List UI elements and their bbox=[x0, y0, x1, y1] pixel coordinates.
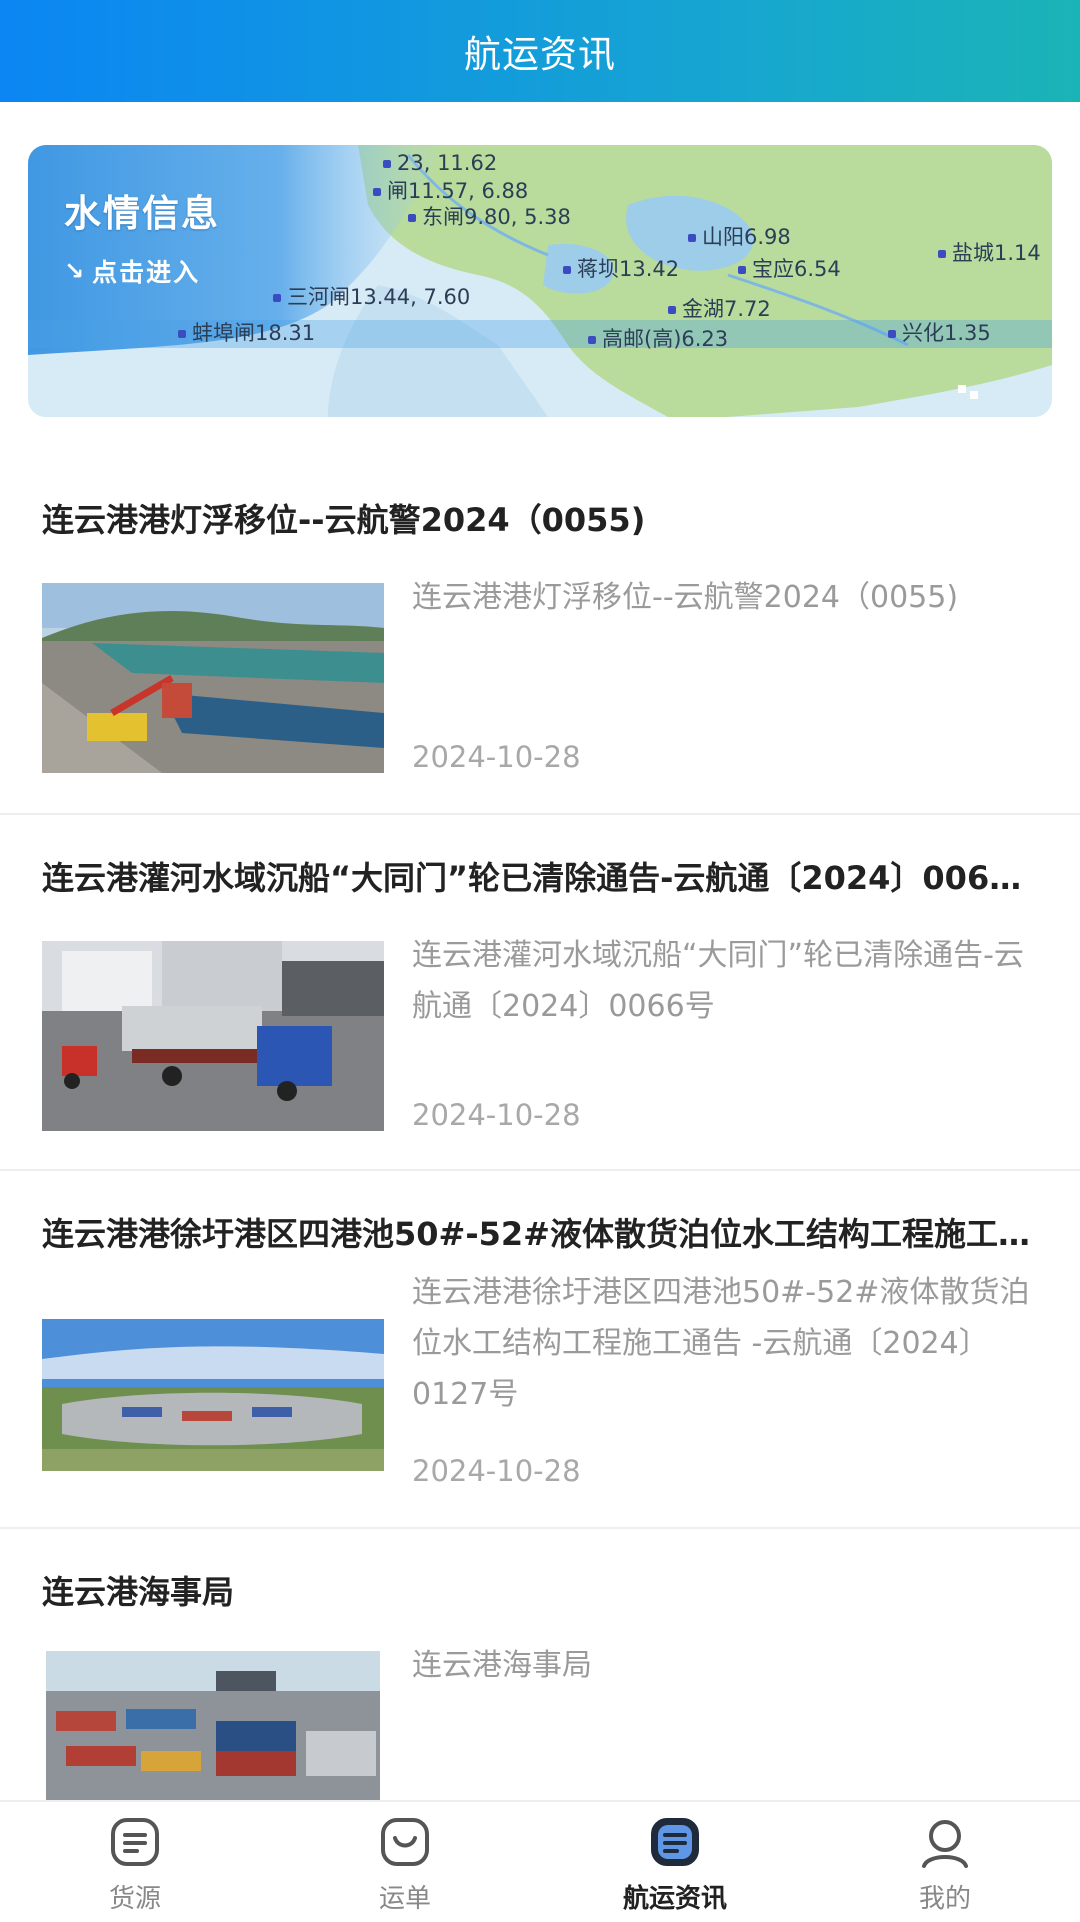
tab-label: 我的 bbox=[918, 1884, 971, 1914]
tab-shipping-news[interactable]: 航运资讯 bbox=[540, 1802, 810, 1922]
tab-waybill[interactable]: 运单 bbox=[270, 1802, 540, 1922]
news-summary: 连云港海事局 bbox=[412, 1648, 592, 1683]
news-date: 2024-10-28 bbox=[412, 1098, 581, 1132]
news-date: 2024-10-28 bbox=[412, 1454, 581, 1488]
news-title: 连云港海事局 bbox=[42, 1573, 235, 1611]
document-icon bbox=[111, 1818, 159, 1866]
map-station-label: 蒋坝13.42 bbox=[563, 253, 679, 283]
news-thumbnail bbox=[42, 1319, 384, 1471]
map-station-label: 盐城1.14 bbox=[938, 237, 1041, 267]
banner-subtitle: 点击进入 bbox=[92, 258, 201, 287]
news-summary: 连云港灌河水域沉船“大同门”轮已清除通告-云航通〔2024〕0066号 bbox=[412, 938, 1024, 1024]
bottom-tab-bar: 货源 运单 航运资讯 我的 bbox=[0, 1800, 1080, 1922]
news-title: 连云港港灯浮移位--云航警2024（0055) bbox=[42, 501, 646, 539]
news-thumbnail bbox=[46, 1651, 380, 1801]
arrow-down-right-icon: ↘ bbox=[64, 257, 87, 285]
news-item[interactable]: 连云港港徐圩港区四港池50#-52#液体散货泊位水工结构工程施工通告 -云航通〔… bbox=[0, 1169, 1080, 1529]
bag-icon bbox=[381, 1818, 429, 1866]
map-station-label: 三河闸13.44, 7.60 bbox=[273, 281, 470, 311]
news-thumbnail bbox=[42, 941, 384, 1131]
page-title: 航运资讯 bbox=[464, 33, 616, 76]
banner-title: 水情信息 bbox=[64, 192, 220, 235]
map-station-label: 宝应6.54 bbox=[738, 253, 841, 283]
map-station-label: 蚌埠闸18.31 bbox=[178, 317, 315, 347]
news-thumbnail bbox=[42, 583, 384, 773]
news-summary: 连云港港徐圩港区四港池50#-52#液体散货泊位水工结构工程施工通告 -云航通〔… bbox=[412, 1275, 1030, 1412]
map-station-label: 金湖7.72 bbox=[668, 293, 771, 323]
map-station-label: 东闸9.80, 5.38 bbox=[408, 201, 571, 231]
news-summary: 连云港港灯浮移位--云航警2024（0055) bbox=[412, 580, 959, 615]
tab-goods-source[interactable]: 货源 bbox=[0, 1802, 270, 1922]
water-info-banner[interactable]: 水情信息 ↘ 点击进入 23, 11.62 闸11.57, 6.88 东闸9.8… bbox=[28, 145, 1052, 417]
news-item[interactable]: 连云港海事局 连云港海事局 bbox=[0, 1527, 1080, 1807]
map-station-label: 23, 11.62 bbox=[383, 151, 497, 175]
tab-label: 货源 bbox=[108, 1884, 161, 1914]
banner-enter-link[interactable]: ↘ 点击进入 bbox=[64, 253, 200, 289]
map-station-label: 山阳6.98 bbox=[688, 221, 791, 251]
news-item[interactable]: 连云港灌河水域沉船“大同门”轮已清除通告-云航通〔2024〕0066号 连云港灌… bbox=[0, 813, 1080, 1171]
news-item[interactable]: 连云港港灯浮移位--云航警2024（0055) 连云港港灯浮移位--云航警202… bbox=[0, 455, 1080, 815]
tab-label: 运单 bbox=[378, 1884, 431, 1914]
news-title: 连云港港徐圩港区四港池50#-52#液体散货泊位水工结构工程施工通告 -云航通〔… bbox=[42, 1215, 1032, 1253]
tab-profile[interactable]: 我的 bbox=[810, 1802, 1080, 1922]
map-station-label: 高邮(高)6.23 bbox=[588, 323, 728, 353]
news-title: 连云港灌河水域沉船“大同门”轮已清除通告-云航通〔2024〕0066号 bbox=[42, 859, 1032, 897]
user-icon bbox=[922, 1820, 968, 1868]
map-station-label: 兴化1.35 bbox=[888, 317, 991, 347]
tab-label: 航运资讯 bbox=[622, 1884, 727, 1914]
news-icon bbox=[651, 1818, 699, 1866]
app-header: 航运资讯 bbox=[0, 0, 1080, 102]
news-date: 2024-10-28 bbox=[412, 740, 581, 774]
